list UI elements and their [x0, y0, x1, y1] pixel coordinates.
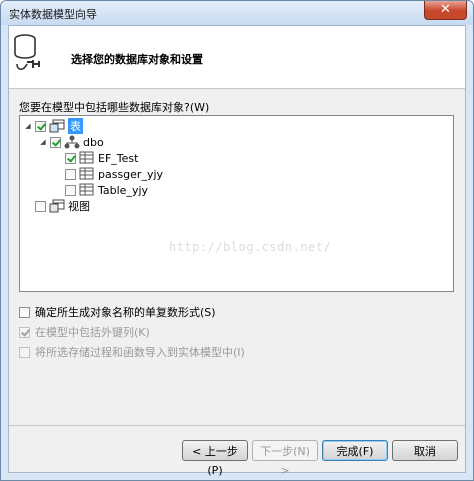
views-folder-icon [49, 199, 65, 213]
tree-node-passger-yjy[interactable]: passger_yjy [65, 166, 163, 182]
database-object-tree[interactable]: http://blog.csdn.net/ ◢ 表 ◢ dbo EF_Test … [19, 115, 454, 292]
prev-button[interactable]: < 上一步(P) [182, 440, 248, 477]
tables-label: 表 [68, 118, 83, 134]
table-yjy-checkbox[interactable] [65, 184, 76, 196]
footer-divider [9, 425, 465, 426]
tables-folder-icon [49, 119, 65, 133]
tree-node-dbo[interactable]: ◢ dbo [39, 134, 104, 150]
passger-yjy-label: passger_yjy [98, 167, 164, 181]
import-procs-option: 将所选存储过程和函数导入到实体模型中(I) [19, 344, 245, 360]
collapse-icon[interactable]: ◢ [39, 138, 47, 146]
ef-test-label: EF_Test [98, 151, 139, 165]
pluralize-checkbox[interactable] [19, 306, 30, 318]
foreign-keys-label: 在模型中包括外键列(K) [35, 326, 150, 339]
wizard-header: 选择您的数据库对象和设置 [9, 26, 465, 89]
tree-node-ef-test[interactable]: EF_Test [65, 150, 138, 166]
wizard-window: 实体数据模型向导 ✕ 选择您的数据库对象和设置 您要在模型中包括哪些数据库对象?… [0, 0, 474, 481]
tree-node-table-yjy[interactable]: Table_yjy [65, 182, 148, 198]
collapse-icon[interactable]: ◢ [24, 122, 32, 130]
close-icon: ✕ [440, 2, 451, 17]
views-checkbox[interactable] [35, 200, 46, 212]
pluralize-option[interactable]: 确定所生成对象名称的单复数形式(S) [19, 304, 216, 320]
table-yjy-label: Table_yjy [98, 183, 149, 197]
views-label: 视图 [68, 200, 90, 213]
schema-icon [64, 135, 80, 149]
passger-yjy-checkbox[interactable] [65, 168, 76, 180]
tree-label: 您要在模型中包括哪些数据库对象?(W) [19, 101, 210, 114]
database-icon [14, 34, 40, 71]
dbo-label: dbo [83, 135, 104, 149]
import-procs-checkbox [19, 346, 30, 358]
pluralize-label: 确定所生成对象名称的单复数形式(S) [35, 306, 216, 319]
title-bar[interactable]: 实体数据模型向导 ✕ [1, 1, 473, 25]
foreign-keys-option: 在模型中包括外键列(K) [19, 324, 150, 340]
cancel-button[interactable]: 取消 [392, 440, 458, 461]
header-title: 选择您的数据库对象和设置 [71, 53, 203, 66]
ef-test-checkbox[interactable] [65, 152, 76, 164]
table-icon [79, 183, 94, 196]
table-icon [79, 167, 94, 180]
tree-node-tables[interactable]: ◢ 表 [24, 118, 83, 134]
table-icon [79, 151, 94, 164]
tables-checkbox[interactable] [35, 120, 46, 132]
watermark: http://blog.csdn.net/ [169, 240, 332, 254]
window-title: 实体数据模型向导 [9, 8, 97, 21]
tree-node-views[interactable]: 视图 [35, 198, 90, 214]
import-procs-label: 将所选存储过程和函数导入到实体模型中(I) [35, 346, 245, 359]
close-button[interactable]: ✕ [424, 1, 467, 20]
wizard-content: 选择您的数据库对象和设置 您要在模型中包括哪些数据库对象?(W) http://… [8, 25, 466, 477]
finish-button[interactable]: 完成(F) [322, 440, 388, 461]
foreign-keys-checkbox [19, 326, 30, 338]
dbo-checkbox[interactable] [50, 136, 61, 148]
next-button: 下一步(N) > [252, 440, 318, 477]
